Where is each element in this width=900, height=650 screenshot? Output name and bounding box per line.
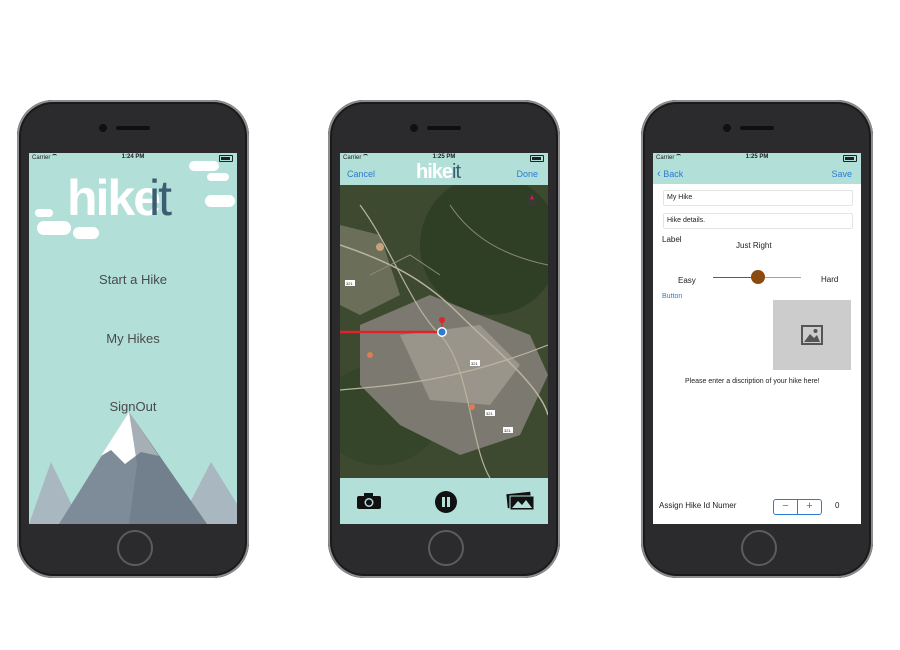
stepper-minus-button[interactable]: − [774, 500, 798, 514]
cancel-button[interactable]: Cancel [347, 169, 375, 179]
nav-bar: Cancel hikeit Done [340, 161, 548, 185]
status-time: 1:24 PM [121, 154, 145, 160]
difficulty-value: Just Right [736, 241, 772, 250]
front-camera [99, 124, 107, 132]
my-hikes-button[interactable]: My Hikes [29, 331, 237, 346]
nav-bar: ‹ Back Save [653, 163, 861, 184]
front-camera [410, 124, 418, 132]
pause-icon[interactable] [434, 490, 458, 514]
logo-it: it [149, 170, 172, 226]
save-button[interactable]: Save [831, 169, 852, 179]
cloud-icon [73, 227, 99, 239]
cloud-icon [35, 209, 53, 217]
hike-details-screen: Carrier 1:25 PM ‹ Back Save My Hike Hike… [653, 153, 861, 524]
speaker [116, 126, 150, 130]
mountain-illustration [29, 412, 237, 524]
speaker [740, 126, 774, 130]
hike-id-counter: 0 [835, 501, 840, 510]
status-bar: Carrier 1:25 PM [653, 153, 861, 163]
label-text: Label [662, 235, 682, 244]
cloud-icon [37, 221, 71, 235]
back-label: Back [663, 169, 684, 179]
status-time: 1:25 PM [745, 154, 769, 160]
easy-label: Easy [678, 276, 696, 285]
camera-icon[interactable] [356, 492, 382, 510]
back-button[interactable]: ‹ Back [657, 168, 683, 180]
image-placeholder[interactable] [773, 300, 851, 370]
logo-it: it [452, 161, 461, 183]
status-time: 1:25 PM [432, 154, 456, 160]
photos-icon[interactable] [506, 491, 536, 511]
route-shield: 321 [471, 361, 478, 366]
speaker [427, 126, 461, 130]
route-shield: 321 [346, 281, 353, 286]
home-screen: Carrier 1:24 PM hike it Start a Hike My … [29, 153, 237, 524]
logo-hike: hike [67, 170, 161, 226]
map-screen: Carrier 1:25 PM Cancel hikeit Done 321 3… [340, 153, 548, 524]
battery-icon [219, 155, 233, 162]
assign-id-label: Assign Hike Id Numer [659, 501, 737, 510]
hike-id-stepper[interactable]: − + [773, 499, 822, 515]
bottom-toolbar [340, 478, 548, 524]
hard-label: Hard [821, 275, 839, 284]
image-icon [801, 325, 823, 345]
nav-logo: hikeit [416, 161, 461, 184]
route-shield: 321 [486, 411, 493, 416]
done-button[interactable]: Done [516, 169, 538, 179]
slider-thumb[interactable] [751, 270, 765, 284]
cloud-icon [207, 173, 229, 181]
hike-name-field[interactable]: My Hike [663, 190, 853, 206]
home-button[interactable] [117, 530, 153, 566]
cloud-icon [205, 195, 235, 207]
stepper-plus-button[interactable]: + [798, 500, 821, 514]
description-prompt: Please enter a discription of your hike … [685, 378, 820, 385]
route-shield: 321 [504, 428, 511, 433]
battery-icon [530, 155, 544, 162]
home-button[interactable] [741, 530, 777, 566]
generic-button[interactable]: Button [662, 293, 682, 300]
home-button[interactable] [428, 530, 464, 566]
satellite-map[interactable] [340, 185, 548, 478]
difficulty-slider[interactable] [713, 270, 801, 284]
front-camera [723, 124, 731, 132]
cloud-icon [189, 161, 219, 171]
hike-details-field[interactable]: Hike details. [663, 213, 853, 229]
chevron-left-icon: ‹ [657, 168, 661, 180]
phone-2: Carrier 1:25 PM Cancel hikeit Done 321 3… [328, 100, 560, 578]
battery-icon [843, 155, 857, 162]
logo-hike: hike [416, 161, 453, 183]
start-hike-button[interactable]: Start a Hike [29, 272, 237, 287]
phone-1: Carrier 1:24 PM hike it Start a Hike My … [17, 100, 249, 578]
phone-3: Carrier 1:25 PM ‹ Back Save My Hike Hike… [641, 100, 873, 578]
